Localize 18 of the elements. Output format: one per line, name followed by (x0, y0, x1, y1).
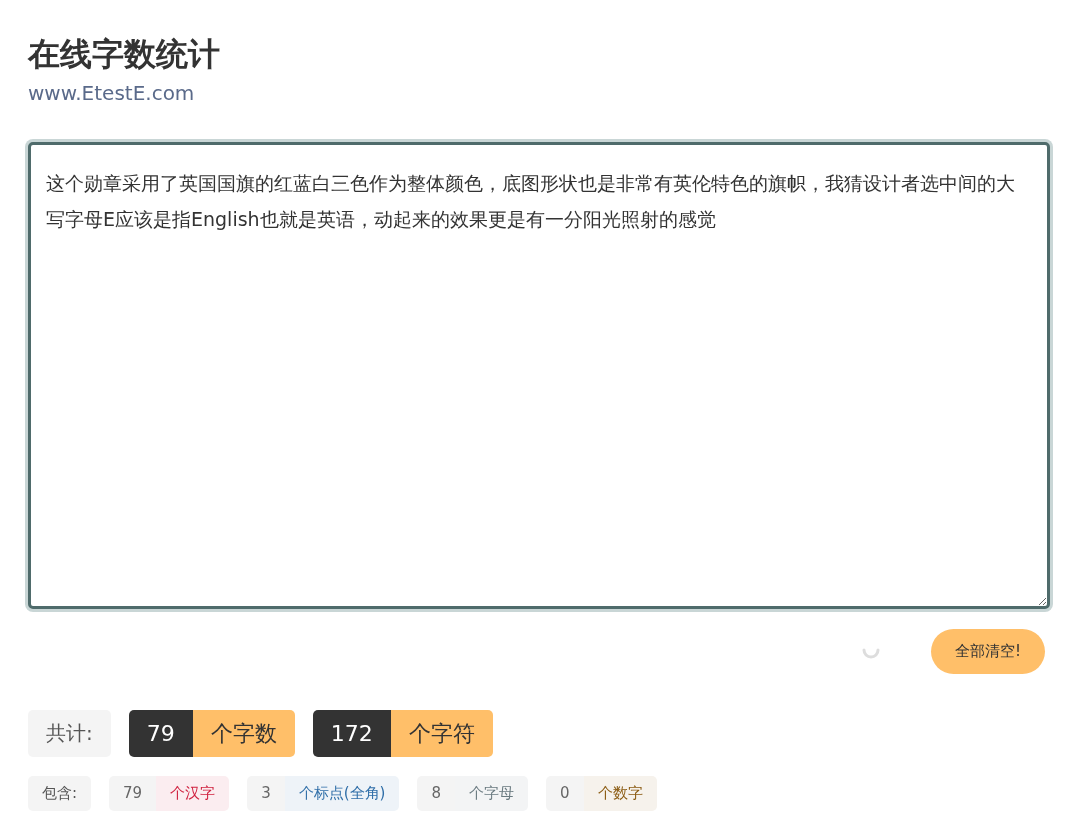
detail-count: 79 (109, 776, 157, 811)
total-count: 172 (312, 710, 391, 757)
text-input-field[interactable]: 这个勋章采用了英国国旗的红蓝白三色作为整体颜色，底图形状也是非常有英伦特色的旗帜，我猜设计者选中间的大写字母E应该是指English也就是英语，动起来的效果更是有一分阳光照射的感觉 (28, 142, 1050, 609)
total-label: 共计: (28, 710, 111, 757)
detail-count: 8 (417, 776, 455, 811)
detail-count: 0 (545, 776, 584, 811)
contains-label: 包含: (28, 776, 92, 811)
detail-tag: 个数字 (583, 776, 657, 811)
total-count: 79 (128, 710, 193, 757)
detail-tag: 个字母 (454, 776, 528, 811)
detail-tag: 个汉字 (156, 776, 230, 811)
page-title: 在线字数统计 (28, 34, 220, 75)
site-url: www.EtestE.com (28, 80, 195, 107)
total-unit: 个字符 (390, 710, 493, 757)
clear-all-button[interactable]: 全部清空! (931, 629, 1045, 674)
detail-tag: 个标点(全角) (284, 776, 400, 811)
total-unit: 个字数 (192, 710, 295, 757)
detail-count: 3 (247, 776, 285, 811)
